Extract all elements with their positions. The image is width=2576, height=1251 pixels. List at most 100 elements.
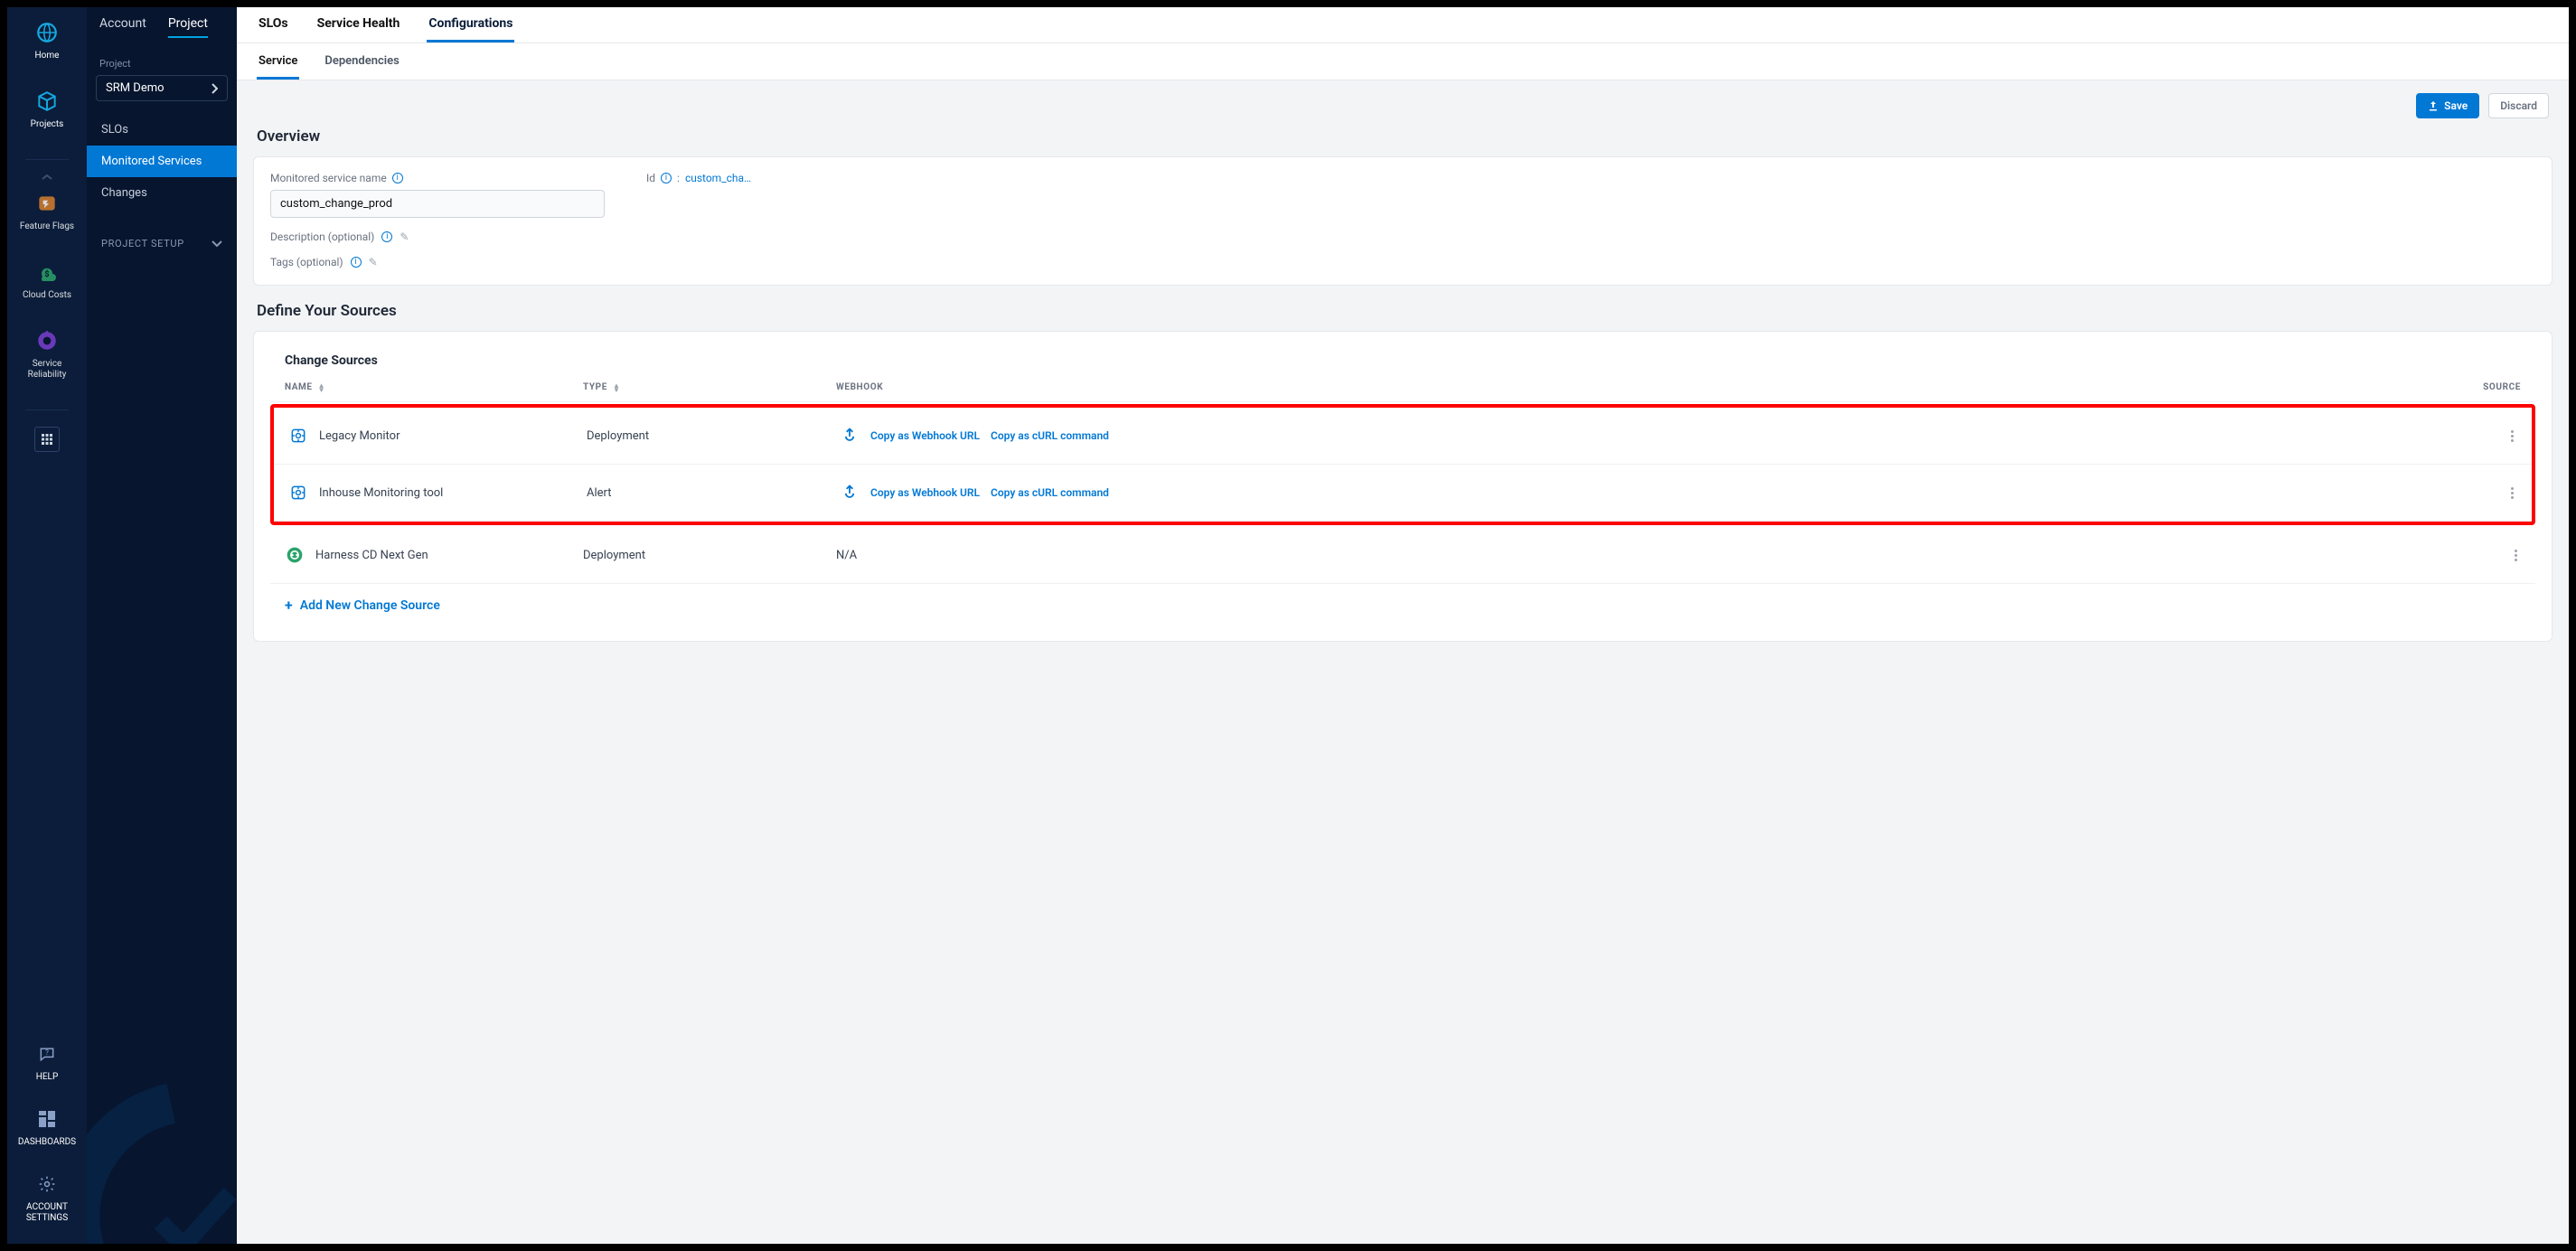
harness-source-icon — [285, 545, 305, 565]
action-bar: Save Discard — [253, 80, 2552, 126]
edit-icon[interactable]: ✎ — [369, 256, 378, 268]
rail-feature-flags-label: Feature Flags — [20, 221, 74, 232]
rail-dashboards-label: DASHBOARDS — [18, 1137, 76, 1148]
rail-dashboards[interactable]: DASHBOARDS — [7, 1103, 87, 1152]
sources-card: Change Sources NAME ▲▼ TYPE ▲▼ WEBHOOK — [253, 331, 2552, 642]
sidebar-item-slos[interactable]: SLOs — [87, 114, 237, 146]
rail-grid[interactable] — [7, 423, 87, 456]
rail-account-settings[interactable]: ACCOUNT SETTINGS — [7, 1168, 87, 1227]
help-icon: ? — [34, 1041, 60, 1067]
row-name: Inhouse Monitoring tool — [319, 486, 443, 500]
monitored-service-name-input[interactable] — [270, 190, 605, 218]
rail-cloud-costs[interactable]: $ Cloud Costs — [7, 256, 87, 305]
scope-account[interactable]: Account — [99, 16, 146, 38]
subtab-dependencies[interactable]: Dependencies — [323, 52, 400, 80]
feature-flags-icon — [34, 191, 60, 216]
change-sources-subtitle: Change Sources — [285, 353, 2521, 368]
overview-card: Monitored service name i Id i : custom_c… — [253, 156, 2552, 286]
id-colon: : — [677, 172, 680, 184]
project-sidebar: Account Project Project SRM Demo SLOs Mo… — [87, 7, 237, 1244]
rail-service-reliability-label: Service Reliability — [28, 359, 67, 381]
rail-help-label: HELP — [36, 1072, 59, 1083]
top-tabs: SLOs Service Health Configurations — [237, 7, 2569, 43]
tab-configurations[interactable]: Configurations — [427, 13, 514, 42]
info-icon[interactable]: i — [351, 257, 362, 268]
project-setup-toggle[interactable]: PROJECT SETUP — [87, 229, 237, 259]
sort-icon: ▲▼ — [318, 383, 326, 392]
rail-divider-2 — [25, 409, 69, 410]
rail-account-settings-label: ACCOUNT SETTINGS — [26, 1202, 68, 1224]
plus-icon: + — [285, 597, 293, 614]
sub-tabs: Service Dependencies — [237, 43, 2569, 80]
upload-icon — [2428, 100, 2439, 111]
project-value: SRM Demo — [106, 81, 165, 95]
column-type[interactable]: TYPE ▲▼ — [583, 382, 836, 392]
column-name[interactable]: NAME ▲▼ — [285, 382, 583, 392]
column-webhook: WEBHOOK — [836, 382, 2449, 392]
decorative-ring-icon — [87, 1072, 237, 1244]
sources-title: Define Your Sources — [257, 302, 2549, 320]
row-menu-button[interactable] — [2511, 546, 2521, 565]
row-menu-button[interactable] — [2507, 484, 2517, 503]
table-row[interactable]: Harness CD Next Gen Deployment N/A — [270, 527, 2535, 584]
sidebar-item-monitored-services[interactable]: Monitored Services — [87, 146, 237, 177]
chevron-down-icon — [212, 240, 222, 248]
chevron-right-icon — [211, 83, 218, 94]
discard-button[interactable]: Discard — [2488, 93, 2549, 118]
sort-icon: ▲▼ — [613, 383, 621, 392]
sidebar-item-changes[interactable]: Changes — [87, 177, 237, 209]
tab-service-health[interactable]: Service Health — [315, 13, 402, 42]
service-reliability-icon — [34, 328, 60, 353]
copy-webhook-link[interactable]: Copy as Webhook URL — [870, 486, 980, 499]
chevron-up-icon — [41, 173, 53, 182]
project-setup-label: PROJECT SETUP — [101, 238, 184, 249]
row-name: Harness CD Next Gen — [315, 549, 428, 562]
add-label: Add New Change Source — [300, 598, 440, 613]
row-type: Deployment — [587, 429, 840, 443]
table-header-row: NAME ▲▼ TYPE ▲▼ WEBHOOK SOURCE — [270, 379, 2535, 402]
scope-tabs: Account Project — [87, 7, 237, 45]
tags-label: Tags (optional) — [270, 256, 343, 268]
row-name: Legacy Monitor — [319, 429, 400, 443]
scope-project[interactable]: Project — [168, 16, 208, 38]
table-row[interactable]: Legacy Monitor Deployment Copy as Webhoo… — [274, 408, 2532, 465]
rail-projects[interactable]: Projects — [7, 85, 87, 134]
subtab-service[interactable]: Service — [257, 52, 299, 80]
add-new-change-source[interactable]: + Add New Change Source — [270, 584, 2535, 626]
row-webhook-na: N/A — [836, 549, 857, 562]
info-icon[interactable]: i — [381, 231, 392, 242]
copy-curl-link[interactable]: Copy as cURL command — [991, 486, 1109, 499]
custom-source-icon — [288, 483, 308, 503]
rail-divider — [25, 159, 69, 160]
info-icon[interactable]: i — [661, 173, 672, 183]
row-menu-button[interactable] — [2507, 427, 2517, 446]
project-selector[interactable]: SRM Demo — [96, 75, 228, 101]
highlight-annotation: Legacy Monitor Deployment Copy as Webhoo… — [270, 404, 2535, 525]
tab-slos[interactable]: SLOs — [257, 13, 290, 42]
edit-icon[interactable]: ✎ — [400, 230, 409, 243]
save-button[interactable]: Save — [2416, 93, 2479, 118]
row-type: Deployment — [583, 549, 836, 562]
monitored-service-name-label: Monitored service name — [270, 172, 387, 184]
project-label: Project — [87, 45, 237, 75]
rail-service-reliability[interactable]: Service Reliability — [7, 325, 87, 384]
webhook-icon — [840, 426, 860, 446]
copy-webhook-link[interactable]: Copy as Webhook URL — [870, 429, 980, 442]
rail-home[interactable]: Home — [7, 16, 87, 65]
id-value-link[interactable]: custom_cha… — [685, 172, 751, 184]
rail-projects-label: Projects — [31, 119, 64, 130]
id-label: Id — [646, 172, 655, 184]
webhook-icon — [840, 483, 860, 503]
info-icon[interactable]: i — [392, 173, 403, 183]
change-sources-table: NAME ▲▼ TYPE ▲▼ WEBHOOK SOURCE — [270, 379, 2535, 626]
rail-feature-flags[interactable]: Feature Flags — [7, 187, 87, 236]
save-label: Save — [2444, 99, 2468, 112]
copy-curl-link[interactable]: Copy as cURL command — [991, 429, 1109, 442]
table-row[interactable]: Inhouse Monitoring tool Alert Copy as We… — [274, 465, 2532, 522]
grid-icon — [34, 427, 60, 452]
svg-text:?: ? — [45, 1049, 49, 1058]
rail-home-label: Home — [35, 51, 60, 61]
rail-help[interactable]: ? HELP — [7, 1038, 87, 1086]
cloud-costs-icon: $ — [34, 259, 60, 285]
description-label: Description (optional) — [270, 230, 374, 243]
